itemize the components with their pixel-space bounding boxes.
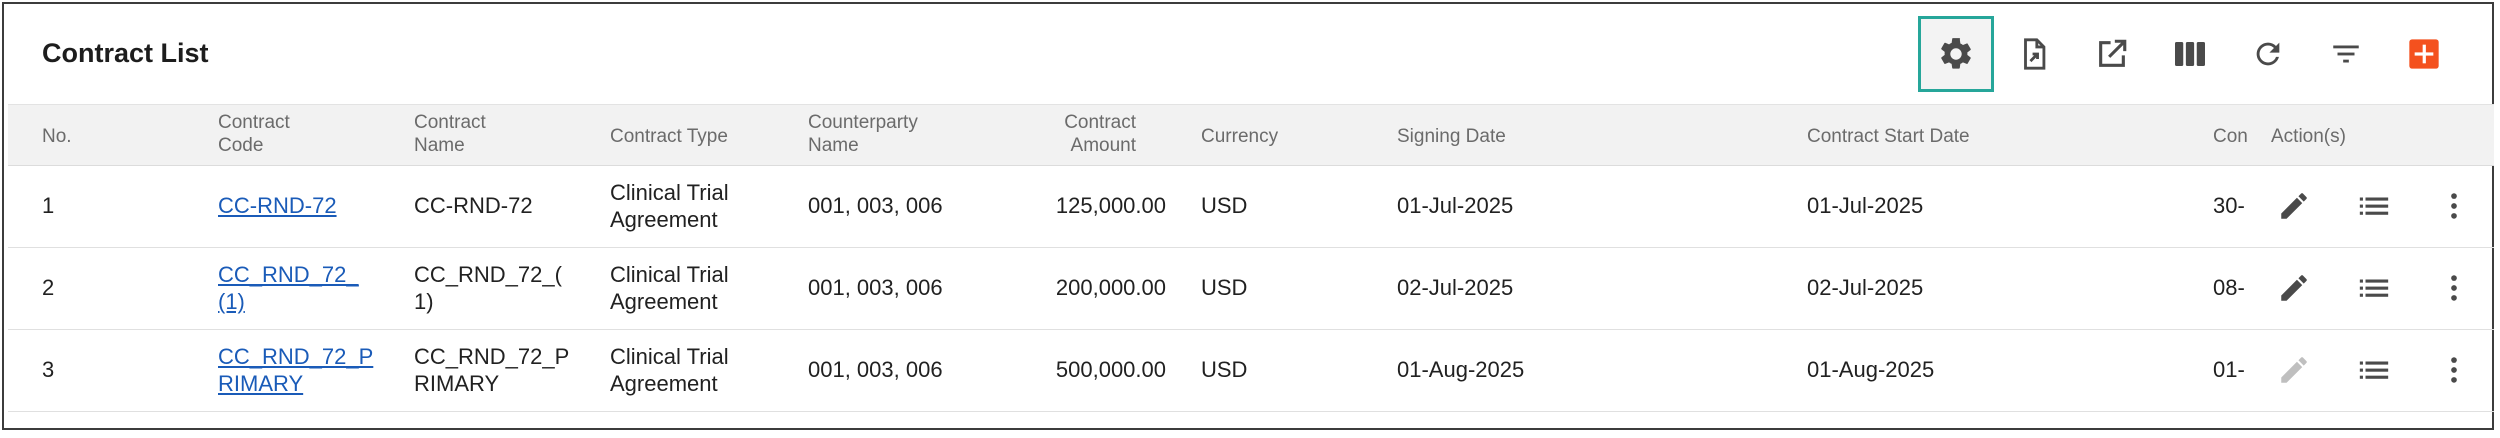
edit-button[interactable] [2272, 184, 2316, 228]
cell-contract-name: CC_RND_72_P RIMARY [414, 343, 569, 397]
filter-icon [2333, 45, 2359, 63]
header-label: Contract [218, 112, 290, 133]
cell-text: Clinical Trial [610, 180, 729, 205]
cell-contract-type: Clinical Trial Agreement [610, 261, 729, 315]
filter-button[interactable] [2308, 16, 2384, 92]
cell-text: 1) [414, 289, 434, 314]
list-icon [2359, 361, 2389, 379]
table-header: No. Contract Code Contract Name Contract… [8, 104, 2494, 166]
cell-amount: 125,000.00 [1055, 193, 1166, 218]
details-list-button[interactable] [2352, 266, 2396, 310]
cell-text: Agreement [610, 289, 718, 314]
open-external-button[interactable] [2074, 16, 2150, 92]
open-external-icon [2099, 39, 2127, 67]
header-label: Contract [414, 112, 486, 133]
edit-button [2272, 348, 2316, 392]
add-icon [2409, 39, 2439, 69]
gear-icon [1941, 38, 1971, 69]
cell-text: Clinical Trial [610, 344, 729, 369]
columns-button[interactable] [2152, 16, 2228, 92]
details-list-button[interactable] [2352, 184, 2396, 228]
header-contract-name[interactable]: Contract Name [414, 111, 486, 157]
settings-button[interactable] [1918, 16, 1994, 92]
pencil-icon [2281, 275, 2307, 301]
export-button[interactable] [1996, 16, 2072, 92]
header-label: Amount [1070, 135, 1136, 156]
header-label: Name [414, 135, 465, 156]
more-options-button[interactable] [2432, 348, 2476, 392]
contract-list-panel: Contract List No. Contract Code Contract… [2, 2, 2494, 430]
header-label: Contract [1064, 112, 1136, 133]
cell-no: 1 [42, 193, 55, 218]
table-row: 2 CC_RND_72_(1) CC_RND_72_( 1) Clinical … [8, 247, 2494, 330]
cell-no: 3 [42, 357, 55, 382]
cell-text: Clinical Trial [610, 262, 729, 287]
cell-end-date: 08- [2213, 275, 2245, 300]
more-options-button[interactable] [2432, 184, 2476, 228]
cell-signing-date: 01-Jul-2025 [1397, 193, 1514, 218]
cell-text: Agreement [610, 371, 718, 396]
header-contract-end-date[interactable]: Con [2213, 125, 2249, 148]
columns-icon [2175, 42, 2205, 66]
contract-code-link[interactable]: CC-RND-72 [218, 192, 378, 219]
header-label: Counterparty [808, 112, 918, 133]
cell-text: Agreement [610, 207, 718, 232]
cell-contract-type: Clinical Trial Agreement [610, 343, 729, 397]
header-signing-date[interactable]: Signing Date [1397, 125, 1506, 148]
cell-contract-name: CC-RND-72 [414, 193, 533, 218]
cell-counterparty: 001, 003, 006 [808, 275, 943, 300]
cell-currency: USD [1201, 275, 1248, 300]
contract-code-link[interactable]: CC_RND_72_(1) [218, 261, 378, 315]
cell-counterparty: 001, 003, 006 [808, 357, 943, 382]
refresh-button[interactable] [2230, 16, 2306, 92]
cell-end-date: 30- [2213, 193, 2245, 218]
toolbar [1918, 16, 2458, 92]
cell-start-date: 01-Jul-2025 [1807, 193, 1924, 218]
add-button[interactable] [2386, 16, 2462, 92]
cell-start-date: 02-Jul-2025 [1807, 275, 1924, 300]
cell-text: CC_RND_72_P [414, 344, 570, 369]
header-contract-code[interactable]: Contract Code [218, 111, 290, 157]
header-counterparty-name[interactable]: Counterparty Name [808, 111, 918, 157]
table-row: 1 CC-RND-72 CC-RND-72 Clinical Trial Agr… [8, 165, 2494, 248]
pencil-icon [2281, 357, 2307, 383]
list-icon [2359, 197, 2389, 215]
cell-contract-type: Clinical Trial Agreement [610, 179, 729, 233]
details-list-button[interactable] [2352, 348, 2396, 392]
cell-amount: 200,000.00 [1055, 275, 1166, 300]
header-contract-type[interactable]: Contract Type [610, 125, 728, 148]
cell-text: RIMARY [414, 371, 500, 396]
header-actions: Action(s) [2271, 126, 2346, 147]
export-pdf-icon [2024, 38, 2046, 70]
header-label: Code [218, 135, 264, 156]
contract-code-link[interactable]: CC_RND_72_PRIMARY [218, 343, 378, 397]
cell-start-date: 01-Aug-2025 [1807, 357, 1935, 382]
header-no: No. [42, 126, 72, 147]
list-icon [2359, 279, 2389, 297]
more-vertical-icon [2451, 275, 2457, 301]
cell-currency: USD [1201, 193, 1248, 218]
header-currency[interactable]: Currency [1201, 125, 1278, 148]
more-vertical-icon [2451, 357, 2457, 383]
table-row: 3 CC_RND_72_PRIMARY CC_RND_72_P RIMARY C… [8, 329, 2494, 412]
cell-text: CC_RND_72_( [414, 262, 562, 287]
cell-counterparty: 001, 003, 006 [808, 193, 943, 218]
header-label: Name [808, 135, 859, 156]
cell-end-date: 01- [2213, 357, 2245, 382]
cell-amount: 500,000.00 [1055, 357, 1166, 382]
pencil-icon [2281, 193, 2307, 219]
more-options-button[interactable] [2432, 266, 2476, 310]
edit-button[interactable] [2272, 266, 2316, 310]
header-contract-start-date[interactable]: Contract Start Date [1807, 125, 1970, 148]
page-title: Contract List [42, 38, 209, 68]
refresh-icon [2256, 42, 2280, 66]
cell-signing-date: 01-Aug-2025 [1397, 357, 1525, 382]
header-contract-amount[interactable]: Contract Amount [1008, 111, 1136, 157]
cell-currency: USD [1201, 357, 1248, 382]
cell-no: 2 [42, 275, 55, 300]
cell-signing-date: 02-Jul-2025 [1397, 275, 1514, 300]
more-vertical-icon [2451, 193, 2457, 219]
cell-contract-name: CC_RND_72_( 1) [414, 261, 562, 315]
